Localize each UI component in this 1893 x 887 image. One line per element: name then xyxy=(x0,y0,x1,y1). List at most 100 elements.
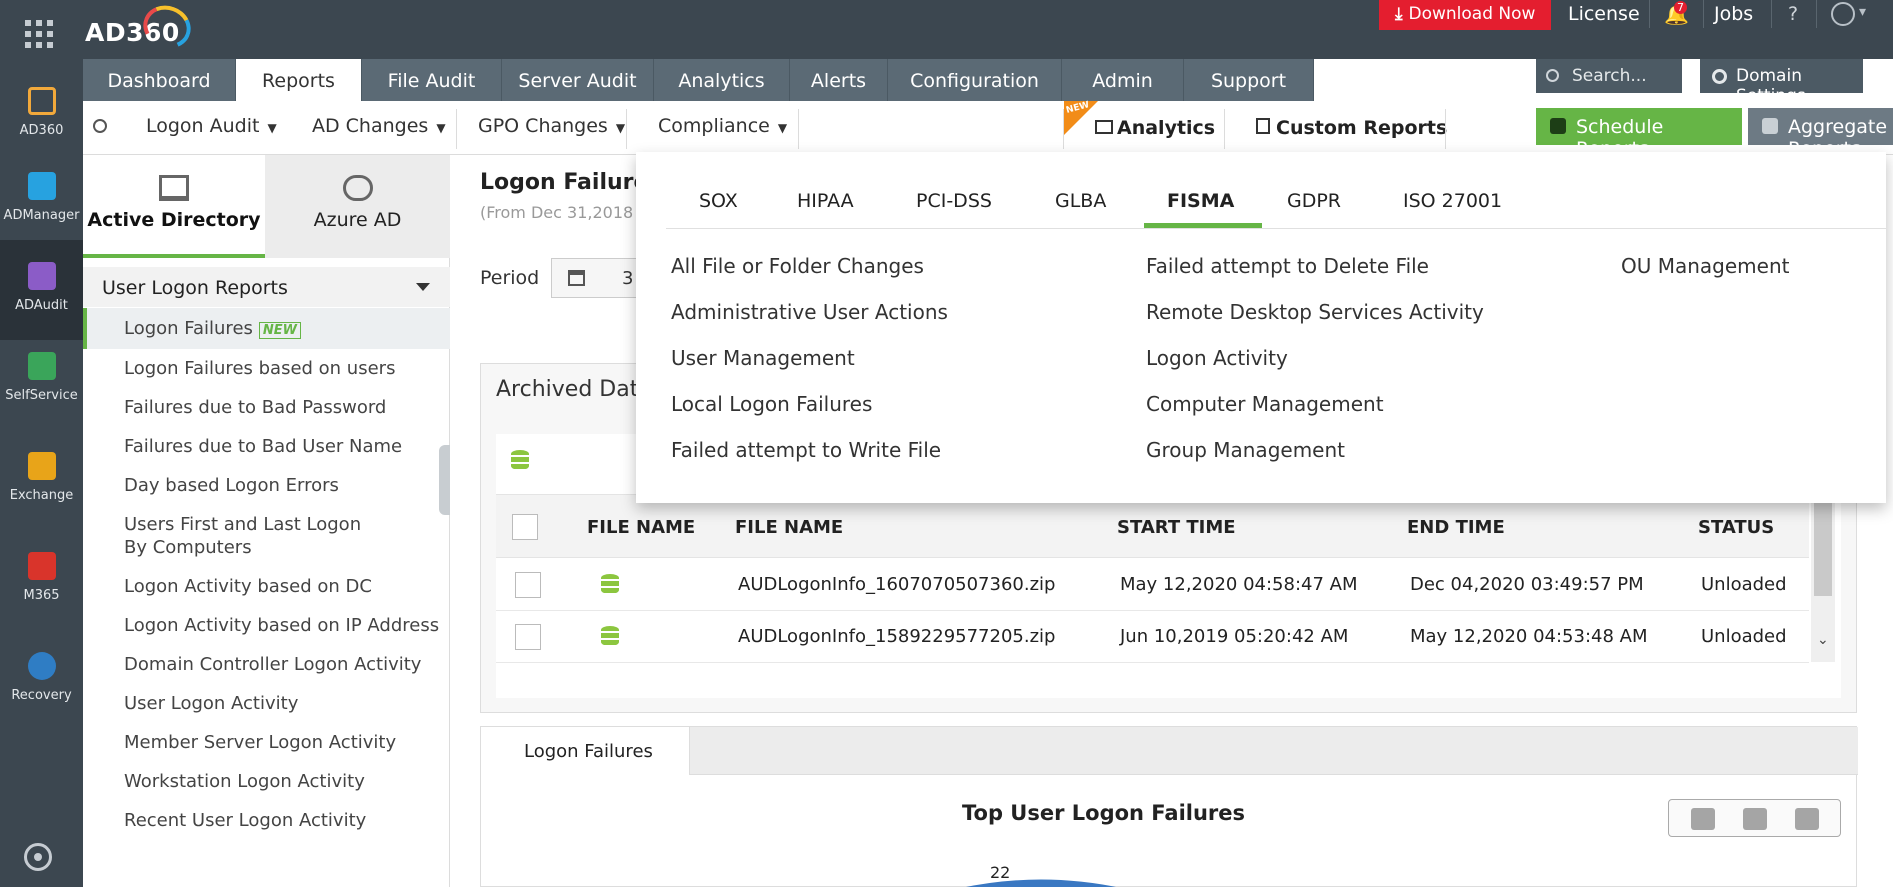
rail-item-admanager[interactable]: ADManager xyxy=(0,150,83,250)
select-all-checkbox[interactable] xyxy=(512,514,538,540)
row-checkbox[interactable] xyxy=(515,624,541,650)
settings-gear-icon[interactable] xyxy=(24,843,52,871)
report-item[interactable]: Users First and Last Logon By Computers xyxy=(83,505,383,567)
column-header[interactable]: STATUS xyxy=(1698,517,1774,538)
scrollbar-thumb[interactable] xyxy=(1814,498,1832,596)
caret-down-icon: ▼ xyxy=(436,121,446,135)
report-item[interactable]: Member Server Logon Activity xyxy=(83,723,450,762)
menu-ad-changes[interactable]: AD Changes ▼ xyxy=(312,115,446,137)
report-item[interactable]: Domain Controller Logon Activity xyxy=(83,645,450,684)
rail-item-m365[interactable]: M365 xyxy=(0,530,83,630)
domain-settings-button[interactable]: Domain Settings xyxy=(1700,59,1863,106)
compliance-report-link[interactable]: Administrative User Actions xyxy=(671,300,948,324)
compliance-report-link[interactable]: All File or Folder Changes xyxy=(671,254,924,278)
search-input[interactable]: Search... xyxy=(1536,59,1682,93)
add-chart-icon[interactable] xyxy=(1691,808,1715,830)
report-item[interactable]: Logon Failures based on users xyxy=(83,349,450,388)
compliance-report-link[interactable]: Logon Activity xyxy=(1146,346,1288,370)
admanager-icon xyxy=(27,172,56,200)
panel-collapse-handle[interactable] xyxy=(439,445,450,515)
tab-analytics[interactable]: Analytics xyxy=(654,59,790,101)
compliance-tab-gdpr[interactable]: GDPR xyxy=(1287,190,1341,212)
section-user-logon-reports[interactable]: User Logon Reports xyxy=(83,267,450,307)
menu-gpo-changes[interactable]: GPO Changes ▼ xyxy=(478,115,625,137)
report-item[interactable]: Day based Logon Errors xyxy=(83,466,450,505)
column-header[interactable]: FILE NAME xyxy=(735,517,843,538)
ad360-icon xyxy=(27,87,56,115)
report-item[interactable]: Failures due to Bad User Name xyxy=(83,427,450,466)
chevron-down-icon[interactable]: ⌄ xyxy=(1817,632,1829,648)
rail-item-recovery[interactable]: Recovery xyxy=(0,630,83,730)
compliance-report-link[interactable]: Local Logon Failures xyxy=(671,392,872,416)
report-item[interactable]: Workstation Logon Activity xyxy=(83,762,450,801)
user-chart-icon[interactable] xyxy=(1743,808,1767,830)
download-now-button[interactable]: ⤓ Download Now xyxy=(1379,0,1551,30)
rail-item-selfservice[interactable]: SelfService xyxy=(0,330,83,430)
menu-compliance[interactable]: Compliance ▼ xyxy=(658,115,787,137)
report-item[interactable]: Logon Activity based on DC xyxy=(83,567,450,606)
apps-grid-icon[interactable] xyxy=(25,20,53,48)
compliance-report-link[interactable]: User Management xyxy=(671,346,855,370)
tab-dashboard[interactable]: Dashboard xyxy=(83,59,236,101)
column-header[interactable]: FILE NAME xyxy=(587,517,695,538)
compliance-report-link[interactable]: Failed attempt to Write File xyxy=(671,438,941,462)
quick-search-icon[interactable] xyxy=(93,119,107,133)
compliance-report-link[interactable]: OU Management xyxy=(1621,254,1790,278)
adaudit-icon xyxy=(27,262,56,290)
end-time-cell: Dec 04,2020 03:49:57 PM xyxy=(1410,574,1644,595)
compliance-report-link[interactable]: Failed attempt to Delete File xyxy=(1146,254,1429,278)
report-item[interactable]: Recent User Logon Activity xyxy=(83,801,450,840)
aggregate-reports-button[interactable]: Aggregate Reports xyxy=(1748,108,1893,160)
compliance-tabs: SOX HIPAA PCI-DSS GLBA FISMA GDPR ISO 27… xyxy=(666,152,1886,229)
analytics-link[interactable]: Analytics xyxy=(1095,117,1215,139)
row-checkbox[interactable] xyxy=(515,572,541,598)
compliance-tab-pci-dss[interactable]: PCI-DSS xyxy=(916,190,992,212)
license-link[interactable]: License xyxy=(1568,3,1640,25)
table-row[interactable]: AUDLogonInfo_1607070507360.zip May 12,20… xyxy=(496,559,1809,611)
tab-configuration[interactable]: Configuration xyxy=(888,59,1062,101)
tab-support[interactable]: Support xyxy=(1184,59,1314,101)
compliance-report-link[interactable]: Group Management xyxy=(1146,438,1345,462)
jobs-link[interactable]: Jobs xyxy=(1714,3,1753,25)
compliance-tab-glba[interactable]: GLBA xyxy=(1055,190,1106,212)
tab-active-directory[interactable]: Active Directory xyxy=(83,155,265,258)
period-picker[interactable]: 3 xyxy=(551,258,641,298)
rail-item-exchange[interactable]: Exchange xyxy=(0,430,83,530)
tab-azure-ad-label: Azure AD xyxy=(313,209,402,231)
table-scrollbar[interactable]: ⌄ xyxy=(1811,494,1835,662)
database-icon xyxy=(601,626,619,646)
compliance-tab-hipaa[interactable]: HIPAA xyxy=(797,190,854,212)
table-row[interactable]: AUDLogonInfo_1589229577205.zip Jun 10,20… xyxy=(496,611,1809,663)
compliance-tab-iso-27001[interactable]: ISO 27001 xyxy=(1403,190,1502,212)
compliance-tab-fisma[interactable]: FISMA xyxy=(1167,190,1234,212)
schedule-reports-button[interactable]: Schedule Reports xyxy=(1536,108,1742,160)
report-item-logon-failures[interactable]: Logon Failures NEW xyxy=(83,308,450,349)
compliance-report-link[interactable]: Computer Management xyxy=(1146,392,1384,416)
custom-reports-label: Custom Reports xyxy=(1276,117,1448,139)
menu-logon-audit[interactable]: Logon Audit ▼ xyxy=(146,115,277,137)
column-header[interactable]: START TIME xyxy=(1117,517,1236,538)
tab-logon-failures[interactable]: Logon Failures xyxy=(481,727,690,775)
notification-count-badge: 7 xyxy=(1674,1,1687,14)
report-item[interactable]: User Logon Activity xyxy=(83,684,450,723)
tab-file-audit[interactable]: File Audit xyxy=(362,59,502,101)
refresh-chart-icon[interactable] xyxy=(1795,808,1819,830)
user-avatar-icon[interactable] xyxy=(1831,2,1866,26)
help-icon[interactable]: ? xyxy=(1788,3,1798,25)
tab-alerts[interactable]: Alerts xyxy=(790,59,888,101)
tab-server-audit[interactable]: Server Audit xyxy=(502,59,654,101)
compliance-tab-sox[interactable]: SOX xyxy=(699,190,738,212)
chart-card: Logon Failures Top User Logon Failures 2… xyxy=(480,726,1858,887)
tab-azure-ad[interactable]: Azure AD xyxy=(265,155,450,258)
compliance-report-link[interactable]: Remote Desktop Services Activity xyxy=(1146,300,1484,324)
tab-reports[interactable]: Reports xyxy=(236,59,362,101)
report-item[interactable]: Failures due to Bad Password xyxy=(83,388,450,427)
database-icon[interactable] xyxy=(511,450,529,470)
column-header[interactable]: END TIME xyxy=(1407,517,1505,538)
aggregate-icon xyxy=(1762,118,1778,134)
custom-reports-link[interactable]: Custom Reports xyxy=(1256,117,1447,139)
report-item[interactable]: Logon Activity based on IP Address xyxy=(83,606,450,645)
rail-item-adaudit[interactable]: ADAudit xyxy=(0,240,83,340)
start-time-cell: May 12,2020 04:58:47 AM xyxy=(1120,574,1358,595)
tab-admin[interactable]: Admin xyxy=(1062,59,1184,101)
